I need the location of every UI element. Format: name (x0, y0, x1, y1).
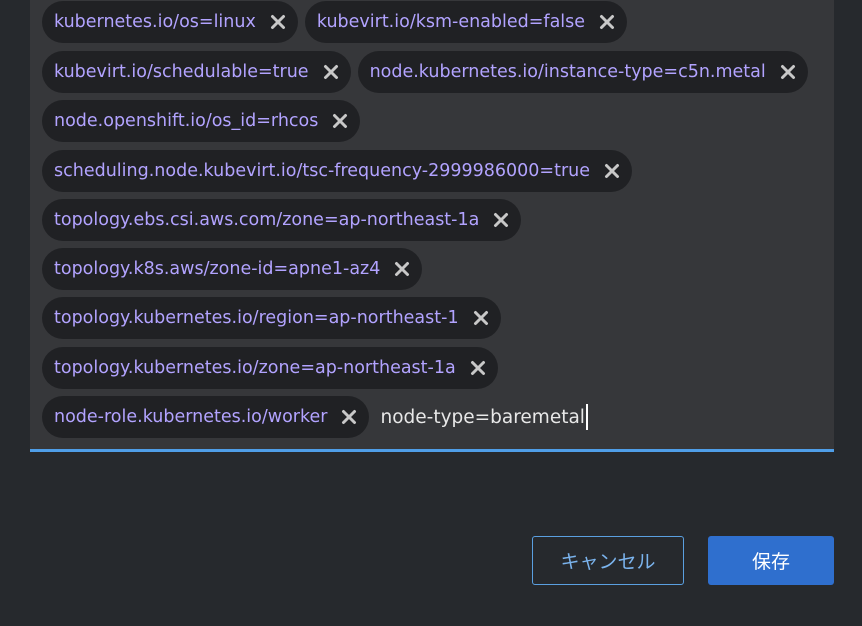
label-chip-text: node-role.kubernetes.io/worker (54, 407, 328, 427)
label-chip: topology.ebs.csi.aws.com/zone=ap-northea… (42, 199, 522, 241)
close-icon[interactable] (473, 310, 489, 326)
chip-row: node-role.kubernetes.io/worker node-type… (42, 396, 588, 438)
label-chip-text: node.kubernetes.io/instance-type=c5n.met… (369, 62, 766, 82)
close-icon[interactable] (332, 113, 348, 129)
label-chip-text: scheduling.node.kubevirt.io/tsc-frequenc… (54, 161, 590, 181)
close-icon[interactable] (604, 163, 620, 179)
label-chip-text: node.openshift.io/os_id=rhcos (54, 111, 319, 131)
label-chip: node.openshift.io/os_id=rhcos (42, 100, 361, 142)
label-chip: node-role.kubernetes.io/worker (42, 396, 370, 438)
label-chip-text: kubevirt.io/schedulable=true (54, 62, 309, 82)
close-icon[interactable] (270, 14, 286, 30)
label-chip: topology.kubernetes.io/region=ap-northea… (42, 297, 501, 339)
close-icon[interactable] (599, 14, 615, 30)
save-button[interactable]: 保存 (708, 536, 834, 585)
close-icon[interactable] (780, 64, 796, 80)
close-icon[interactable] (394, 261, 410, 277)
label-chip-text: kubernetes.io/os=linux (54, 12, 256, 32)
label-chip: kubevirt.io/schedulable=true (42, 51, 351, 93)
label-chip-text: topology.kubernetes.io/zone=ap-northeast… (54, 358, 456, 378)
label-input-value: node-type=baremetal (380, 406, 585, 428)
chip-row: node.openshift.io/os_id=rhcos (42, 100, 361, 142)
chip-row: topology.kubernetes.io/region=ap-northea… (42, 297, 501, 339)
cancel-button[interactable]: キャンセル (532, 536, 684, 585)
chip-row: topology.ebs.csi.aws.com/zone=ap-northea… (42, 199, 522, 241)
close-icon[interactable] (323, 64, 339, 80)
text-caret (585, 404, 588, 430)
label-chip-text: topology.k8s.aws/zone-id=apne1-az4 (54, 259, 381, 279)
label-chip-text: topology.kubernetes.io/region=ap-northea… (54, 308, 459, 328)
label-chip-text: topology.ebs.csi.aws.com/zone=ap-northea… (54, 210, 480, 230)
chip-row: kubernetes.io/os=linux kubevirt.io/ksm-e… (42, 1, 628, 43)
label-chip: topology.k8s.aws/zone-id=apne1-az4 (42, 248, 423, 290)
chip-row: scheduling.node.kubevirt.io/tsc-frequenc… (42, 150, 632, 192)
chip-row: topology.kubernetes.io/zone=ap-northeast… (42, 347, 498, 389)
label-chip: node.kubernetes.io/instance-type=c5n.met… (357, 51, 808, 93)
chip-row: topology.k8s.aws/zone-id=apne1-az4 (42, 248, 423, 290)
label-chip: scheduling.node.kubevirt.io/tsc-frequenc… (42, 150, 632, 192)
edit-labels-modal: kubernetes.io/os=linux kubevirt.io/ksm-e… (0, 0, 862, 626)
label-chip: topology.kubernetes.io/zone=ap-northeast… (42, 347, 498, 389)
close-icon[interactable] (341, 409, 357, 425)
label-text-input[interactable]: node-type=baremetal (380, 396, 588, 438)
label-chip: kubevirt.io/ksm-enabled=false (304, 1, 628, 43)
close-icon[interactable] (493, 212, 509, 228)
label-chip-text: kubevirt.io/ksm-enabled=false (316, 12, 586, 32)
label-chip: kubernetes.io/os=linux (42, 1, 298, 43)
labels-input-field[interactable]: kubernetes.io/os=linux kubevirt.io/ksm-e… (30, 0, 834, 452)
chip-row: kubevirt.io/schedulable=true node.kubern… (42, 51, 808, 93)
close-icon[interactable] (470, 360, 486, 376)
